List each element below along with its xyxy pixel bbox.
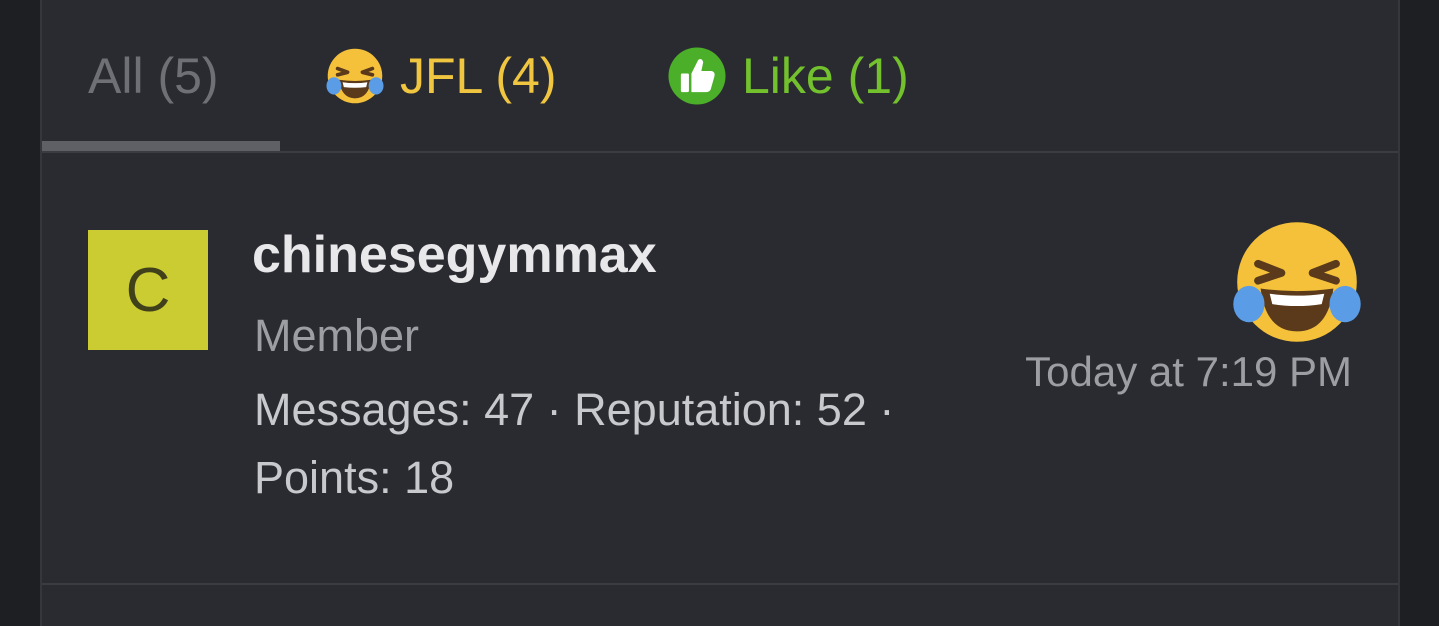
user-stats-line: Points: 18 (254, 452, 455, 503)
tab-jfl-label: JFL (4) (400, 48, 557, 104)
active-tab-indicator (42, 141, 280, 151)
tab-like[interactable]: Like (1) (666, 40, 909, 112)
joy-face-icon (1233, 222, 1361, 342)
tab-like-label: Like (1) (742, 48, 909, 104)
username-link[interactable]: chinesegymmax (252, 225, 657, 285)
reaction-tabs: All (5) JFL (4) Like (1) (42, 0, 1398, 153)
user-title: Member (254, 310, 420, 361)
avatar[interactable]: C (88, 230, 208, 350)
tab-all-label: All (5) (88, 48, 219, 104)
user-stats: Messages: 47 · Reputation: 52 · Points: … (254, 376, 954, 512)
reaction-timestamp: Today at 7:19 PM (1025, 348, 1352, 395)
tab-all[interactable]: All (5) (88, 40, 219, 112)
reactions-panel: All (5) JFL (4) Like (1) C chinesegymmax… (40, 0, 1400, 626)
user-stats-line: Messages: 47 · Reputation: 52 · (254, 384, 895, 435)
thumbs-up-icon (668, 47, 726, 105)
tab-jfl[interactable]: JFL (4) (324, 40, 557, 112)
reaction-row: C chinesegymmax Member Messages: 47 · Re… (42, 153, 1398, 585)
joy-face-icon (326, 48, 384, 104)
avatar-letter: C (125, 255, 171, 325)
